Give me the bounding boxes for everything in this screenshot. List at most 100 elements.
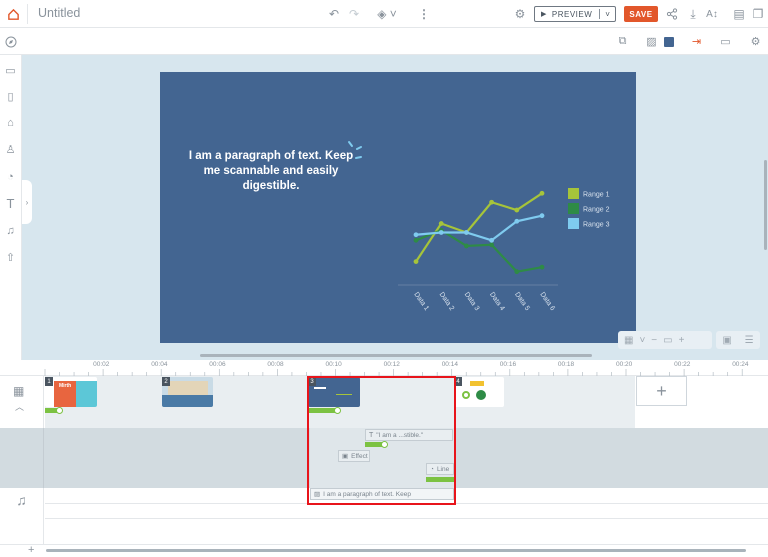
data-point xyxy=(514,218,520,224)
secondary-toolbar: ⧉ ▨ ⇥ ▭ ⚙ xyxy=(0,28,768,55)
play-icon: ▶ xyxy=(541,11,547,18)
view-control[interactable]: ▣ ☰ xyxy=(716,331,760,349)
notes-icon[interactable]: ▤ xyxy=(731,6,747,22)
ruler-time-label: 00:14 xyxy=(441,361,458,368)
x-tick-label: Data 1 xyxy=(412,291,430,312)
zoom-control[interactable]: ▦ ˅ − ▭ + xyxy=(618,331,712,349)
text-element-row[interactable]: ▨ I am a paragraph of text. Keep xyxy=(310,488,454,500)
timeline-scrollbar[interactable] xyxy=(46,549,746,552)
sparkle-decoration xyxy=(348,141,362,159)
text-element-duration-handle[interactable] xyxy=(381,441,388,448)
music-note-icon[interactable]: ♫ xyxy=(3,223,18,238)
scene-track-row: ▦ ︿ Mirth 1 2 3 4 + xyxy=(0,376,768,428)
legend-swatch xyxy=(568,218,579,229)
scenes-icon[interactable]: ▯ xyxy=(3,89,18,104)
chart-pie-icon[interactable]: ◔ xyxy=(3,169,18,184)
line-chart-element-chip[interactable]: ◔ Line xyxy=(426,463,454,475)
group-icon[interactable]: ⧉ xyxy=(615,34,630,49)
x-tick-label: Data 6 xyxy=(538,291,556,312)
data-point xyxy=(489,199,494,205)
ruler-time-label: 00:16 xyxy=(499,361,517,368)
legend-label: Range 1 xyxy=(583,192,610,199)
left-sidebar: ▭ ▯ ⌂ ♙ ◔ T ♫ ⇧ xyxy=(0,55,22,360)
scene-thumb-graphic xyxy=(462,391,470,399)
effect-element-label: Effect xyxy=(351,452,368,460)
x-tick-label: Data 5 xyxy=(513,291,531,312)
timeline-ruler[interactable]: 00:02 00:04 00:06 00:08 00:10 00:12 00:14 00:16… xyxy=(0,360,768,376)
ruler-time-label: 00:06 xyxy=(209,361,226,368)
color-swatch-icon[interactable] xyxy=(661,34,676,49)
fit-icon[interactable]: ▭ xyxy=(663,335,672,346)
chair-icon[interactable]: ⌂ xyxy=(3,115,18,130)
timeline-footer: + xyxy=(0,544,768,557)
chevron-down-icon: ˅ xyxy=(605,9,611,19)
divider xyxy=(599,9,601,19)
audio-row-header: ♫ xyxy=(0,488,44,544)
scene-duration-handle[interactable] xyxy=(56,407,63,414)
folder-icon[interactable]: ▭ xyxy=(3,63,18,78)
data-point xyxy=(464,243,469,249)
data-point xyxy=(438,221,444,226)
video-camera-icon[interactable]: ▭ xyxy=(718,34,733,49)
horizontal-scrollbar[interactable] xyxy=(200,354,592,357)
person-icon[interactable]: ♙ xyxy=(3,142,18,157)
text-icon[interactable]: T xyxy=(3,196,18,211)
upload-icon[interactable]: ⇧ xyxy=(3,250,18,265)
download-icon[interactable]: ⤓ xyxy=(685,6,701,22)
vertical-scrollbar[interactable] xyxy=(764,160,767,250)
zoom-out-icon[interactable]: − xyxy=(651,335,657,346)
series-line xyxy=(415,192,543,263)
scene-thumb-graphic xyxy=(162,395,213,407)
x-tick-label: Data 4 xyxy=(488,291,506,312)
ruler-time-label: 00:18 xyxy=(557,361,575,368)
chevron-up-icon[interactable]: ︿ xyxy=(15,400,24,413)
home-icon[interactable] xyxy=(5,6,21,22)
audio-track-row: ♫ ▨ I am a paragraph of text. Keep xyxy=(0,488,768,544)
data-point xyxy=(539,213,545,219)
scene-thumb-graphic xyxy=(76,381,97,407)
ruler-time-label: 00:08 xyxy=(267,361,284,368)
help-icon[interactable]: ❐ xyxy=(750,6,766,22)
line-element-label: Line xyxy=(436,465,450,473)
scene-track[interactable]: Mirth 1 2 3 4 xyxy=(45,376,635,428)
project-title[interactable]: Untitled xyxy=(38,6,80,20)
scene-thumb-graphic xyxy=(168,381,208,395)
more-options-icon[interactable]: ⋮ xyxy=(416,6,432,22)
scene-number: 3 xyxy=(308,377,316,386)
text-element-chip[interactable]: T "I am a ...stible." xyxy=(365,429,453,441)
layers-dropdown-icon[interactable]: ◈ ˅ xyxy=(374,6,400,22)
scene-duration-handle[interactable] xyxy=(334,407,341,414)
line-element-duration-bar[interactable] xyxy=(426,477,454,482)
add-scene-button[interactable]: + xyxy=(636,376,687,406)
chevron-down-icon[interactable]: ˅ xyxy=(639,335,645,346)
track-divider xyxy=(45,518,768,519)
redo-icon[interactable]: ↷ xyxy=(346,6,362,22)
film-icon[interactable]: ▦ xyxy=(13,384,24,398)
data-point xyxy=(413,259,419,264)
share-icon[interactable] xyxy=(664,6,680,22)
image-icon[interactable]: ▨ xyxy=(644,34,659,49)
translate-icon[interactable]: A↕ xyxy=(704,6,720,22)
undo-icon[interactable]: ↶ xyxy=(326,6,342,22)
compass-icon[interactable] xyxy=(3,34,18,49)
single-view-icon[interactable]: ▣ xyxy=(722,335,731,346)
settings-gear-icon[interactable]: ⚙ xyxy=(512,6,528,22)
slide-svg: Range 1 Range 2 Range 3 Data 1 Data 2 Data 3 D… xyxy=(348,141,610,312)
zoom-in-icon[interactable]: + xyxy=(679,335,685,346)
text-row-label: I am a paragraph of text. Keep xyxy=(323,490,411,498)
add-track-icon[interactable]: + xyxy=(28,544,34,556)
grid-icon[interactable]: ▦ xyxy=(624,335,633,346)
line-chart[interactable]: Range 1 Range 2 Range 3 Data 1 Data 2 Data 3 D… xyxy=(398,188,610,312)
list-view-icon[interactable]: ☰ xyxy=(745,335,754,346)
slide-canvas[interactable]: I am a paragraph of text. Keep me scanna… xyxy=(160,72,636,343)
music-note-icon[interactable]: ♫ xyxy=(16,492,27,544)
scene-number: 1 xyxy=(45,377,53,386)
save-button[interactable]: SAVE xyxy=(624,6,658,22)
track-divider xyxy=(45,503,768,504)
preview-button[interactable]: ▶ PREVIEW ˅ xyxy=(534,6,616,22)
expand-panel-tab[interactable]: › xyxy=(22,180,32,224)
settings-gear-icon[interactable]: ⚙ xyxy=(748,34,763,49)
data-point xyxy=(489,242,494,248)
enter-icon[interactable]: ⇥ xyxy=(689,34,704,49)
effect-element-chip[interactable]: ▣ Effect xyxy=(338,450,370,462)
